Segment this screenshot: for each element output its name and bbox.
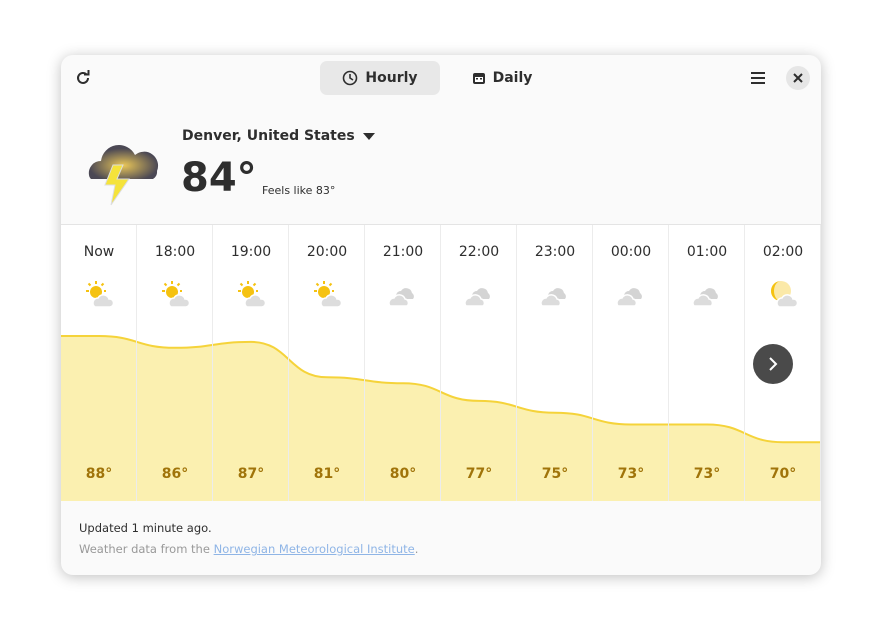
hour-time: 19:00: [230, 244, 272, 260]
hour-column: 22:00 77°: [441, 225, 517, 501]
weather-window: Hourly Daily Denver, United States 84° F…: [61, 55, 821, 575]
hour-time: 21:00: [382, 244, 424, 260]
hour-time: 01:00: [686, 244, 728, 260]
hour-temperature: 86°: [161, 466, 189, 482]
cloud-icon: [691, 279, 723, 315]
close-button[interactable]: [786, 66, 810, 90]
hourly-forecast[interactable]: Now 88° 18:00 86° 19:00 87° 20:00 81° 21:00 …: [61, 224, 821, 501]
sun-cloud-icon: [159, 279, 191, 315]
cloud-icon: [463, 279, 495, 315]
met-institute-link[interactable]: Norwegian Meteorological Institute: [214, 542, 415, 556]
hour-column: 19:00 87°: [213, 225, 289, 501]
refresh-button[interactable]: [69, 64, 97, 92]
hour-temperature: 77°: [465, 466, 493, 482]
hamburger-icon: [751, 72, 765, 84]
hour-temperature: 73°: [693, 466, 721, 482]
hour-temperature: 88°: [85, 466, 113, 482]
clock-icon: [343, 70, 358, 86]
hour-temperature: 75°: [541, 466, 569, 482]
hour-column: 00:00 73°: [593, 225, 669, 501]
chevron-right-icon: [769, 357, 778, 371]
hour-column: 20:00 81°: [289, 225, 365, 501]
hour-time: 18:00: [154, 244, 196, 260]
hour-time: 20:00: [306, 244, 348, 260]
hour-column: 18:00 86°: [137, 225, 213, 501]
attribution-suffix: .: [414, 542, 419, 556]
hour-column: 01:00 73°: [669, 225, 745, 501]
tab-daily[interactable]: Daily: [442, 61, 562, 95]
main-menu-button[interactable]: [744, 64, 772, 92]
hour-time: 22:00: [458, 244, 500, 260]
hour-temperature: 80°: [389, 466, 417, 482]
tab-hourly[interactable]: Hourly: [320, 61, 440, 95]
location-selector[interactable]: Denver, United States: [182, 128, 375, 144]
hour-time: 00:00: [610, 244, 652, 260]
hour-time: 02:00: [762, 244, 804, 260]
hour-temperature: 81°: [313, 466, 341, 482]
hour-time: Now: [83, 244, 115, 260]
header-bar: Hourly Daily: [61, 55, 821, 102]
tab-label: Hourly: [365, 70, 418, 86]
thunderstorm-icon: [88, 145, 159, 206]
hour-temperature: 73°: [617, 466, 645, 482]
hour-column: 21:00 80°: [365, 225, 441, 501]
hour-temperature: 70°: [769, 466, 797, 482]
hour-column: 23:00 75°: [517, 225, 593, 501]
calendar-icon: [472, 73, 485, 84]
updated-status: Updated 1 minute ago.: [79, 521, 212, 535]
cloud-icon: [387, 279, 419, 315]
sun-cloud-icon: [235, 279, 267, 315]
location-name: Denver, United States: [182, 128, 355, 144]
current-temperature: 84°: [181, 155, 257, 201]
sun-cloud-icon: [311, 279, 343, 315]
sun-cloud-icon: [83, 279, 115, 315]
feels-like: Feels like 83°: [262, 184, 336, 197]
attribution-prefix: Weather data from the: [79, 542, 214, 556]
hour-time: 23:00: [534, 244, 576, 260]
dropdown-arrow-icon: [362, 132, 375, 140]
hour-temperature: 87°: [237, 466, 265, 482]
attribution: Weather data from the Norwegian Meteorol…: [79, 542, 418, 556]
hour-column: Now 88°: [61, 225, 137, 501]
scroll-next-button[interactable]: [753, 344, 793, 384]
cloud-icon: [615, 279, 647, 315]
moon-cloud-icon: [767, 279, 799, 315]
refresh-icon: [77, 70, 90, 84]
cloud-icon: [539, 279, 571, 315]
close-icon: [793, 73, 803, 83]
tab-label: Daily: [492, 70, 533, 86]
